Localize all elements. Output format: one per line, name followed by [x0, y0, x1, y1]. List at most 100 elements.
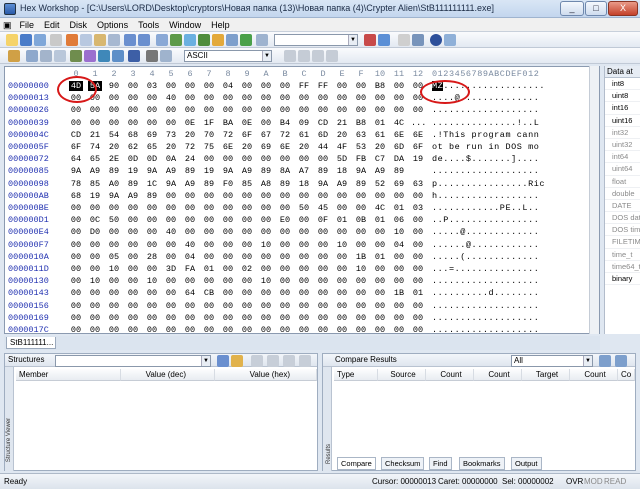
hex-byte[interactable]: A8	[259, 179, 273, 189]
tab-find[interactable]: Find	[429, 457, 452, 470]
menu-disk[interactable]: Disk	[65, 18, 93, 32]
hex-byte[interactable]: 10	[88, 276, 102, 286]
hex-byte[interactable]: 00	[126, 81, 140, 91]
hex-byte[interactable]: 00	[88, 118, 102, 128]
hex-byte[interactable]: 00	[259, 264, 273, 274]
hex-byte[interactable]: 6D	[392, 142, 406, 152]
hex-byte[interactable]: 00	[202, 276, 216, 286]
hex-byte[interactable]: 00	[145, 215, 159, 225]
hex-byte[interactable]: 00	[126, 276, 140, 286]
replace-icon[interactable]	[184, 34, 196, 46]
inspector-item[interactable]: int64	[605, 151, 640, 164]
hex-byte[interactable]: 00	[297, 227, 311, 237]
col-value-hex[interactable]: Value (hex)	[215, 369, 317, 381]
hex-byte[interactable]: 72	[183, 142, 197, 152]
hex-byte[interactable]: 00	[278, 93, 292, 103]
hex-byte[interactable]: 00	[240, 215, 254, 225]
hex-byte[interactable]: A9	[373, 166, 387, 176]
hex-byte[interactable]: 00	[69, 105, 83, 115]
hex-byte[interactable]: 6E	[411, 130, 425, 140]
hex-byte[interactable]: 00	[221, 215, 235, 225]
hex-byte[interactable]: 21	[335, 118, 349, 128]
hex-byte[interactable]: 00	[88, 203, 102, 213]
hex-byte[interactable]: 5D	[335, 154, 349, 164]
hex-byte[interactable]: 00	[69, 301, 83, 311]
hex-byte[interactable]: 40	[164, 227, 178, 237]
hex-byte[interactable]: 00	[335, 301, 349, 311]
hex-byte[interactable]: 00	[202, 154, 216, 164]
hex-byte[interactable]: 00	[354, 301, 368, 311]
hex-byte[interactable]: 00	[88, 325, 102, 333]
hex-byte[interactable]: 20	[164, 142, 178, 152]
hex-byte[interactable]: 00	[202, 240, 216, 250]
hex-byte[interactable]: 00	[297, 325, 311, 333]
hex-byte[interactable]: 00	[69, 252, 83, 262]
hex-byte[interactable]: 00	[145, 264, 159, 274]
hex-byte[interactable]: 00	[126, 105, 140, 115]
hex-byte[interactable]: 00	[221, 203, 235, 213]
hex-byte[interactable]: 00	[259, 81, 273, 91]
chevron-down-icon[interactable]: ▼	[583, 356, 592, 366]
hex-byte[interactable]: 00	[240, 276, 254, 286]
hex-byte[interactable]: 00	[202, 252, 216, 262]
hex-byte[interactable]: 00	[240, 301, 254, 311]
hex-byte[interactable]: 00	[373, 105, 387, 115]
hex-byte[interactable]: 3D	[164, 264, 178, 274]
undo-icon[interactable]	[124, 34, 136, 46]
hex-byte[interactable]: 78	[69, 179, 83, 189]
hex-byte[interactable]: 00	[411, 105, 425, 115]
hex-byte[interactable]: 00	[335, 93, 349, 103]
hex-byte[interactable]: 00	[240, 191, 254, 201]
hex-byte[interactable]: 00	[164, 276, 178, 286]
hex-byte[interactable]: 00	[297, 93, 311, 103]
hex-byte[interactable]: 00	[354, 105, 368, 115]
hex-byte[interactable]: 00	[126, 313, 140, 323]
hex-byte[interactable]: 00	[259, 325, 273, 333]
hex-byte[interactable]: 63	[411, 179, 425, 189]
hex-byte[interactable]: 00	[69, 203, 83, 213]
hex-byte[interactable]: 6E	[392, 130, 406, 140]
hex-byte[interactable]: 00	[183, 105, 197, 115]
hex-byte[interactable]: 4C	[392, 118, 406, 128]
stats-icon[interactable]	[112, 50, 124, 62]
hex-byte[interactable]: 00	[354, 240, 368, 250]
hex-byte[interactable]: 89	[259, 166, 273, 176]
inspector-item[interactable]: int16	[605, 102, 640, 115]
hex-byte[interactable]: 00	[297, 215, 311, 225]
hex-byte[interactable]: 00	[183, 313, 197, 323]
hex-byte[interactable]: 0E	[183, 118, 197, 128]
hex-byte[interactable]: 00	[316, 264, 330, 274]
inspector-item[interactable]: FILETIME	[605, 236, 640, 249]
hex-byte[interactable]: 00	[88, 105, 102, 115]
hex-byte[interactable]: 0D	[126, 154, 140, 164]
hex-byte[interactable]: 01	[335, 215, 349, 225]
hex-byte[interactable]: 00	[145, 93, 159, 103]
window-icon[interactable]	[256, 34, 268, 46]
hex-row[interactable]: 0000005F 6F 74 20 62 65 20 72 75 6E 20 69 6E 20 44 4F 53…	[5, 142, 599, 154]
hex-byte[interactable]: 00	[145, 301, 159, 311]
hex-byte[interactable]: 00	[126, 118, 140, 128]
hex-row[interactable]: 0000004C CD 21 54 68 69 73 20 70 72 6F 67 72 61 6D 20 63…	[5, 130, 599, 142]
hex-byte[interactable]: 00	[278, 301, 292, 311]
hex-byte[interactable]: 40	[183, 240, 197, 250]
hex-byte[interactable]: 00	[164, 325, 178, 333]
hex-row[interactable]: 000000BE 00 00 00 00 00 00 00 00 00 00 00 00 50 45 00 00…	[5, 203, 599, 215]
hex-byte[interactable]: 00	[297, 240, 311, 250]
hex-byte[interactable]: BA	[221, 118, 235, 128]
hex-byte[interactable]: A9	[164, 166, 178, 176]
hex-byte[interactable]: FF	[297, 81, 311, 91]
hex-byte[interactable]: 00	[354, 191, 368, 201]
hex-byte[interactable]: 72	[278, 130, 292, 140]
chevron-down-icon[interactable]: ▼	[262, 51, 271, 61]
hex-byte[interactable]: 00	[297, 191, 311, 201]
hex-byte[interactable]: 9A	[316, 179, 330, 189]
hex-byte[interactable]: 00	[69, 325, 83, 333]
hex-byte[interactable]: 00	[107, 301, 121, 311]
print-icon[interactable]	[50, 34, 62, 46]
hex-byte[interactable]: 00	[392, 252, 406, 262]
hex-byte[interactable]: 00	[88, 264, 102, 274]
hex-byte[interactable]: 73	[164, 130, 178, 140]
hex-byte[interactable]: 00	[259, 252, 273, 262]
hex-byte[interactable]: 20	[373, 142, 387, 152]
hex-byte[interactable]: 00	[88, 301, 102, 311]
